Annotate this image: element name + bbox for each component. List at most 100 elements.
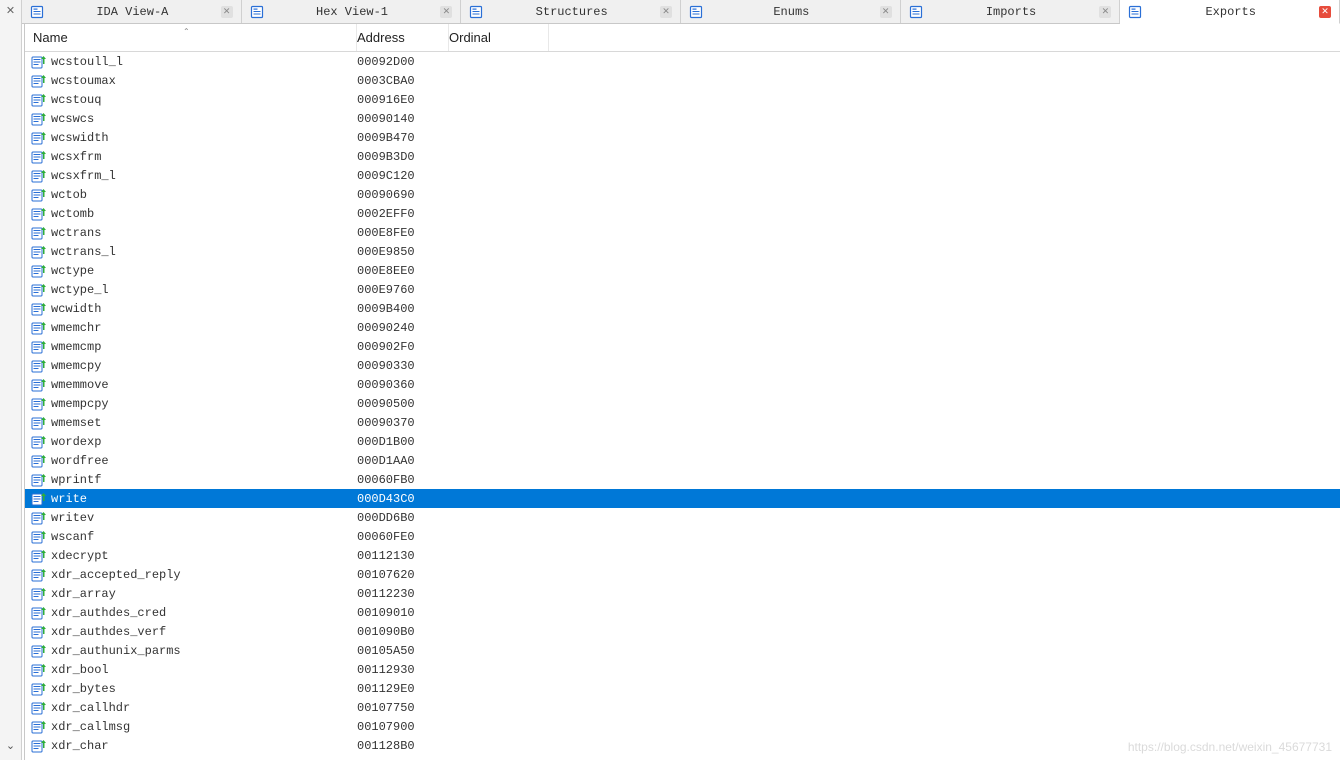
table-row[interactable]: wmemchr00090240 [25,318,1340,337]
cell-name: wprintf [25,473,357,487]
table-row[interactable]: wcwidth0009B400 [25,299,1340,318]
table-row[interactable]: xdr_authdes_cred00109010 [25,603,1340,622]
cell-address: 000D43C0 [357,492,449,506]
tab-bar: IDA View-A✕Hex View-1✕Structures✕Enums✕I… [22,0,1340,24]
gutter-scroll-down-icon[interactable]: ⌄ [6,739,15,752]
cell-address: 00112130 [357,549,449,563]
table-row[interactable]: xdr_char001128B0 [25,736,1340,755]
export-name: xdr_char [51,739,109,753]
tab-close-icon[interactable]: ✕ [440,6,452,18]
export-name: xdr_callmsg [51,720,130,734]
export-icon [31,530,47,544]
table-row[interactable]: xdr_bytes001129E0 [25,679,1340,698]
cell-name: wcsxfrm [25,150,357,164]
table-row[interactable]: wcsxfrm0009B3D0 [25,147,1340,166]
table-row[interactable]: xdr_accepted_reply00107620 [25,565,1340,584]
column-header-name[interactable]: Name ⌃ [25,24,357,51]
table-row[interactable]: wctype_l 000E9760 [25,280,1340,299]
table-row[interactable]: wprintf00060FB0 [25,470,1340,489]
table-row[interactable]: wcstoull_l00092D00 [25,52,1340,71]
tab-close-icon[interactable]: ✕ [221,6,233,18]
export-name: wctrans_l [51,245,116,259]
table-row[interactable]: wmemcpy00090330 [25,356,1340,375]
gutter-close-icon[interactable]: ✕ [6,4,15,17]
export-name: wctob [51,188,87,202]
export-name: wctype_l [51,283,109,297]
export-icon [31,625,47,639]
cell-name: wctrans [25,226,357,240]
table-row[interactable]: xdr_authunix_parms00105A50 [25,641,1340,660]
table-row[interactable]: xdecrypt00112130 [25,546,1340,565]
tab-close-icon[interactable]: ✕ [1319,6,1331,18]
export-icon [31,93,47,107]
tab-close-icon[interactable]: ✕ [880,6,892,18]
export-name: write [51,492,87,506]
column-header-address[interactable]: Address [357,24,449,51]
table-row[interactable]: wctype000E8EE0 [25,261,1340,280]
cell-address: 000902F0 [357,340,449,354]
cell-address: 0009B470 [357,131,449,145]
cell-address: 0009C120 [357,169,449,183]
cell-address: 000E9760 [357,283,449,297]
export-icon [31,587,47,601]
export-name: wmempcpy [51,397,109,411]
cell-name: wcstoumax [25,74,357,88]
export-icon [31,340,47,354]
cell-name: wctrans_l [25,245,357,259]
cell-address: 000D1AA0 [357,454,449,468]
table-row[interactable]: xdr_array00112230 [25,584,1340,603]
cell-name: wmempcpy [25,397,357,411]
cell-address: 0003CBA0 [357,74,449,88]
table-row[interactable]: wmempcpy00090500 [25,394,1340,413]
export-name: wcswidth [51,131,109,145]
tab-close-icon[interactable]: ✕ [1099,6,1111,18]
table-row[interactable]: wcstouq000916E0 [25,90,1340,109]
table-row[interactable]: wmemset00090370 [25,413,1340,432]
cell-address: 000D1B00 [357,435,449,449]
table-body[interactable]: wcstoull_l00092D00wcstoumax0003CBA0wcsto… [25,52,1340,760]
cell-name: wctype_l [25,283,357,297]
export-name: wcstoull_l [51,55,123,69]
table-row[interactable]: xdr_authdes_verf001090B0 [25,622,1340,641]
export-icon [31,188,47,202]
table-row[interactable]: xdr_callhdr00107750 [25,698,1340,717]
tab-structures[interactable]: Structures✕ [461,0,681,23]
table-row[interactable]: wctob00090690 [25,185,1340,204]
table-row[interactable]: xdr_bool00112930 [25,660,1340,679]
cell-address: 0002EFF0 [357,207,449,221]
table-row[interactable]: wmemmove00090360 [25,375,1340,394]
column-header-ordinal[interactable]: Ordinal [449,24,549,51]
table-row[interactable]: wcswidth 0009B470 [25,128,1340,147]
table-row[interactable]: wordfree000D1AA0 [25,451,1340,470]
export-icon [31,378,47,392]
table-row[interactable]: wscanf00060FE0 [25,527,1340,546]
tab-imports[interactable]: Imports✕ [901,0,1121,23]
table-row[interactable]: wctomb0002EFF0 [25,204,1340,223]
table-row[interactable]: wcsxfrm_l0009C120 [25,166,1340,185]
tab-close-icon[interactable]: ✕ [660,6,672,18]
table-row[interactable]: wcswcs00090140 [25,109,1340,128]
export-icon [31,454,47,468]
export-icon [31,473,47,487]
table-row[interactable]: wcstoumax0003CBA0 [25,71,1340,90]
table-row[interactable]: write 000D43C0 [25,489,1340,508]
cell-address: 00090360 [357,378,449,392]
table-row[interactable]: writev000DD6B0 [25,508,1340,527]
table-row[interactable]: wctrans000E8FE0 [25,223,1340,242]
tab-exports[interactable]: Exports✕ [1120,0,1340,24]
table-row[interactable]: wctrans_l000E9850 [25,242,1340,261]
table-row[interactable]: wordexp000D1B00 [25,432,1340,451]
cell-name: xdr_callmsg [25,720,357,734]
tab-label: Enums [709,5,874,19]
export-icon [31,720,47,734]
cell-name: wordexp [25,435,357,449]
export-icon [31,435,47,449]
tab-hex-view-1[interactable]: Hex View-1✕ [242,0,462,23]
tab-ida-view-a[interactable]: IDA View-A✕ [22,0,242,23]
table-row[interactable]: wmemcmp000902F0 [25,337,1340,356]
tab-enums[interactable]: Enums ✕ [681,0,901,23]
table-row[interactable]: xdr_callmsg00107900 [25,717,1340,736]
export-name: wctrans [51,226,101,240]
table-header: Name ⌃ Address Ordinal [25,24,1340,52]
export-name: wcwidth [51,302,101,316]
